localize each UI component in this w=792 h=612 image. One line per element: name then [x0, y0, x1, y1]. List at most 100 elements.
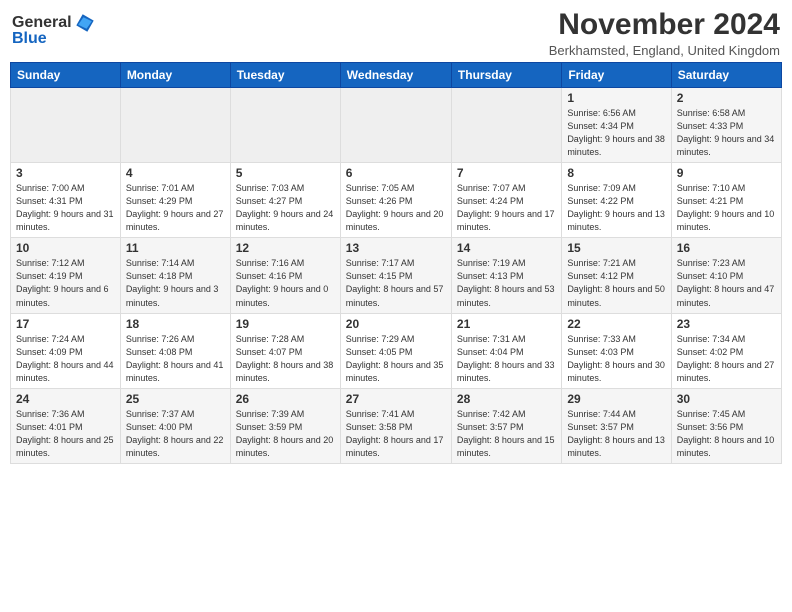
col-tuesday: Tuesday	[230, 63, 340, 88]
day-info: Sunrise: 7:31 AM Sunset: 4:04 PM Dayligh…	[457, 333, 556, 385]
calendar-cell: 22 Sunrise: 7:33 AM Sunset: 4:03 PM Dayli…	[562, 313, 671, 388]
day-number: 19	[236, 317, 335, 331]
day-number: 25	[126, 392, 225, 406]
calendar-week-2: 3 Sunrise: 7:00 AM Sunset: 4:31 PM Daylig…	[11, 163, 782, 238]
logo-blue-text: Blue	[12, 30, 47, 48]
calendar-cell: 11 Sunrise: 7:14 AM Sunset: 4:18 PM Dayli…	[120, 238, 230, 313]
day-info: Sunrise: 7:01 AM Sunset: 4:29 PM Dayligh…	[126, 182, 225, 234]
day-number: 18	[126, 317, 225, 331]
calendar-cell: 25 Sunrise: 7:37 AM Sunset: 4:00 PM Dayli…	[120, 388, 230, 463]
col-monday: Monday	[120, 63, 230, 88]
day-info: Sunrise: 7:07 AM Sunset: 4:24 PM Dayligh…	[457, 182, 556, 234]
calendar-cell	[451, 88, 561, 163]
day-number: 30	[677, 392, 776, 406]
day-info: Sunrise: 7:37 AM Sunset: 4:00 PM Dayligh…	[126, 408, 225, 460]
calendar-cell: 29Sunrise: 7:44 AM Sunset: 3:57 PM Dayli…	[562, 388, 671, 463]
calendar-cell: 17 Sunrise: 7:24 AM Sunset: 4:09 PM Dayli…	[11, 313, 121, 388]
calendar-cell: 30Sunrise: 7:45 AM Sunset: 3:56 PM Dayli…	[671, 388, 781, 463]
calendar-cell	[230, 88, 340, 163]
day-info: Sunrise: 7:29 AM Sunset: 4:05 PM Dayligh…	[346, 333, 446, 385]
day-info: Sunrise: 7:16 AM Sunset: 4:16 PM Dayligh…	[236, 257, 335, 309]
col-thursday: Thursday	[451, 63, 561, 88]
day-number: 21	[457, 317, 556, 331]
day-number: 5	[236, 166, 335, 180]
calendar-cell: 18Sunrise: 7:26 AM Sunset: 4:08 PM Dayli…	[120, 313, 230, 388]
calendar-week-5: 24Sunrise: 7:36 AM Sunset: 4:01 PM Dayli…	[11, 388, 782, 463]
day-number: 16	[677, 241, 776, 255]
day-number: 27	[346, 392, 446, 406]
day-info: Sunrise: 7:41 AM Sunset: 3:58 PM Dayligh…	[346, 408, 446, 460]
title-section: November 2024 Berkhamsted, England, Unit…	[549, 8, 780, 58]
calendar-cell: 9 Sunrise: 7:10 AM Sunset: 4:21 PM Daylig…	[671, 163, 781, 238]
calendar-header-row: Sunday Monday Tuesday Wednesday Thursday…	[11, 63, 782, 88]
day-info: Sunrise: 7:09 AM Sunset: 4:22 PM Dayligh…	[567, 182, 665, 234]
day-info: Sunrise: 7:33 AM Sunset: 4:03 PM Dayligh…	[567, 333, 665, 385]
day-number: 11	[126, 241, 225, 255]
day-info: Sunrise: 7:19 AM Sunset: 4:13 PM Dayligh…	[457, 257, 556, 309]
calendar-cell: 27 Sunrise: 7:41 AM Sunset: 3:58 PM Dayli…	[340, 388, 451, 463]
day-number: 28	[457, 392, 556, 406]
day-info: Sunrise: 7:21 AM Sunset: 4:12 PM Dayligh…	[567, 257, 665, 309]
day-number: 26	[236, 392, 335, 406]
calendar-cell: 1Sunrise: 6:56 AM Sunset: 4:34 PM Daylig…	[562, 88, 671, 163]
day-number: 2	[677, 91, 776, 105]
calendar-cell: 8 Sunrise: 7:09 AM Sunset: 4:22 PM Daylig…	[562, 163, 671, 238]
day-number: 12	[236, 241, 335, 255]
calendar-cell: 20 Sunrise: 7:29 AM Sunset: 4:05 PM Dayli…	[340, 313, 451, 388]
calendar-cell: 28 Sunrise: 7:42 AM Sunset: 3:57 PM Dayli…	[451, 388, 561, 463]
day-number: 13	[346, 241, 446, 255]
calendar-cell: 2 Sunrise: 6:58 AM Sunset: 4:33 PM Daylig…	[671, 88, 781, 163]
day-info: Sunrise: 7:42 AM Sunset: 3:57 PM Dayligh…	[457, 408, 556, 460]
day-info: Sunrise: 7:17 AM Sunset: 4:15 PM Dayligh…	[346, 257, 446, 309]
day-number: 17	[16, 317, 115, 331]
day-info: Sunrise: 7:23 AM Sunset: 4:10 PM Dayligh…	[677, 257, 776, 309]
calendar-cell: 14 Sunrise: 7:19 AM Sunset: 4:13 PM Dayli…	[451, 238, 561, 313]
calendar-cell: 23Sunrise: 7:34 AM Sunset: 4:02 PM Dayli…	[671, 313, 781, 388]
day-number: 4	[126, 166, 225, 180]
calendar-week-3: 10 Sunrise: 7:12 AM Sunset: 4:19 PM Dayli…	[11, 238, 782, 313]
day-info: Sunrise: 7:28 AM Sunset: 4:07 PM Dayligh…	[236, 333, 335, 385]
calendar-cell: 21 Sunrise: 7:31 AM Sunset: 4:04 PM Dayli…	[451, 313, 561, 388]
day-number: 1	[567, 91, 665, 105]
day-info: Sunrise: 7:05 AM Sunset: 4:26 PM Dayligh…	[346, 182, 446, 234]
calendar-cell	[11, 88, 121, 163]
day-info: Sunrise: 7:12 AM Sunset: 4:19 PM Dayligh…	[16, 257, 115, 309]
calendar-cell: 24Sunrise: 7:36 AM Sunset: 4:01 PM Dayli…	[11, 388, 121, 463]
day-number: 14	[457, 241, 556, 255]
day-info: Sunrise: 7:03 AM Sunset: 4:27 PM Dayligh…	[236, 182, 335, 234]
logo: General Blue	[12, 12, 96, 48]
calendar-cell: 6 Sunrise: 7:05 AM Sunset: 4:26 PM Daylig…	[340, 163, 451, 238]
day-info: Sunrise: 7:24 AM Sunset: 4:09 PM Dayligh…	[16, 333, 115, 385]
calendar: Sunday Monday Tuesday Wednesday Thursday…	[10, 62, 782, 464]
month-title: November 2024	[549, 8, 780, 42]
col-saturday: Saturday	[671, 63, 781, 88]
calendar-cell: 13 Sunrise: 7:17 AM Sunset: 4:15 PM Dayli…	[340, 238, 451, 313]
day-number: 23	[677, 317, 776, 331]
day-number: 6	[346, 166, 446, 180]
day-info: Sunrise: 7:00 AM Sunset: 4:31 PM Dayligh…	[16, 182, 115, 234]
day-info: Sunrise: 7:10 AM Sunset: 4:21 PM Dayligh…	[677, 182, 776, 234]
col-friday: Friday	[562, 63, 671, 88]
day-number: 20	[346, 317, 446, 331]
calendar-cell: 7 Sunrise: 7:07 AM Sunset: 4:24 PM Daylig…	[451, 163, 561, 238]
day-number: 29	[567, 392, 665, 406]
day-number: 22	[567, 317, 665, 331]
col-wednesday: Wednesday	[340, 63, 451, 88]
calendar-cell	[120, 88, 230, 163]
day-info: Sunrise: 7:14 AM Sunset: 4:18 PM Dayligh…	[126, 257, 225, 309]
calendar-cell: 15Sunrise: 7:21 AM Sunset: 4:12 PM Dayli…	[562, 238, 671, 313]
day-number: 3	[16, 166, 115, 180]
day-info: Sunrise: 6:58 AM Sunset: 4:33 PM Dayligh…	[677, 107, 776, 159]
calendar-cell: 4 Sunrise: 7:01 AM Sunset: 4:29 PM Daylig…	[120, 163, 230, 238]
logo-icon	[74, 12, 96, 34]
calendar-cell	[340, 88, 451, 163]
calendar-cell: 12 Sunrise: 7:16 AM Sunset: 4:16 PM Dayli…	[230, 238, 340, 313]
calendar-week-4: 17 Sunrise: 7:24 AM Sunset: 4:09 PM Dayli…	[11, 313, 782, 388]
day-number: 8	[567, 166, 665, 180]
calendar-cell: 19 Sunrise: 7:28 AM Sunset: 4:07 PM Dayli…	[230, 313, 340, 388]
day-number: 7	[457, 166, 556, 180]
day-number: 24	[16, 392, 115, 406]
day-number: 10	[16, 241, 115, 255]
location: Berkhamsted, England, United Kingdom	[549, 43, 780, 58]
day-number: 9	[677, 166, 776, 180]
